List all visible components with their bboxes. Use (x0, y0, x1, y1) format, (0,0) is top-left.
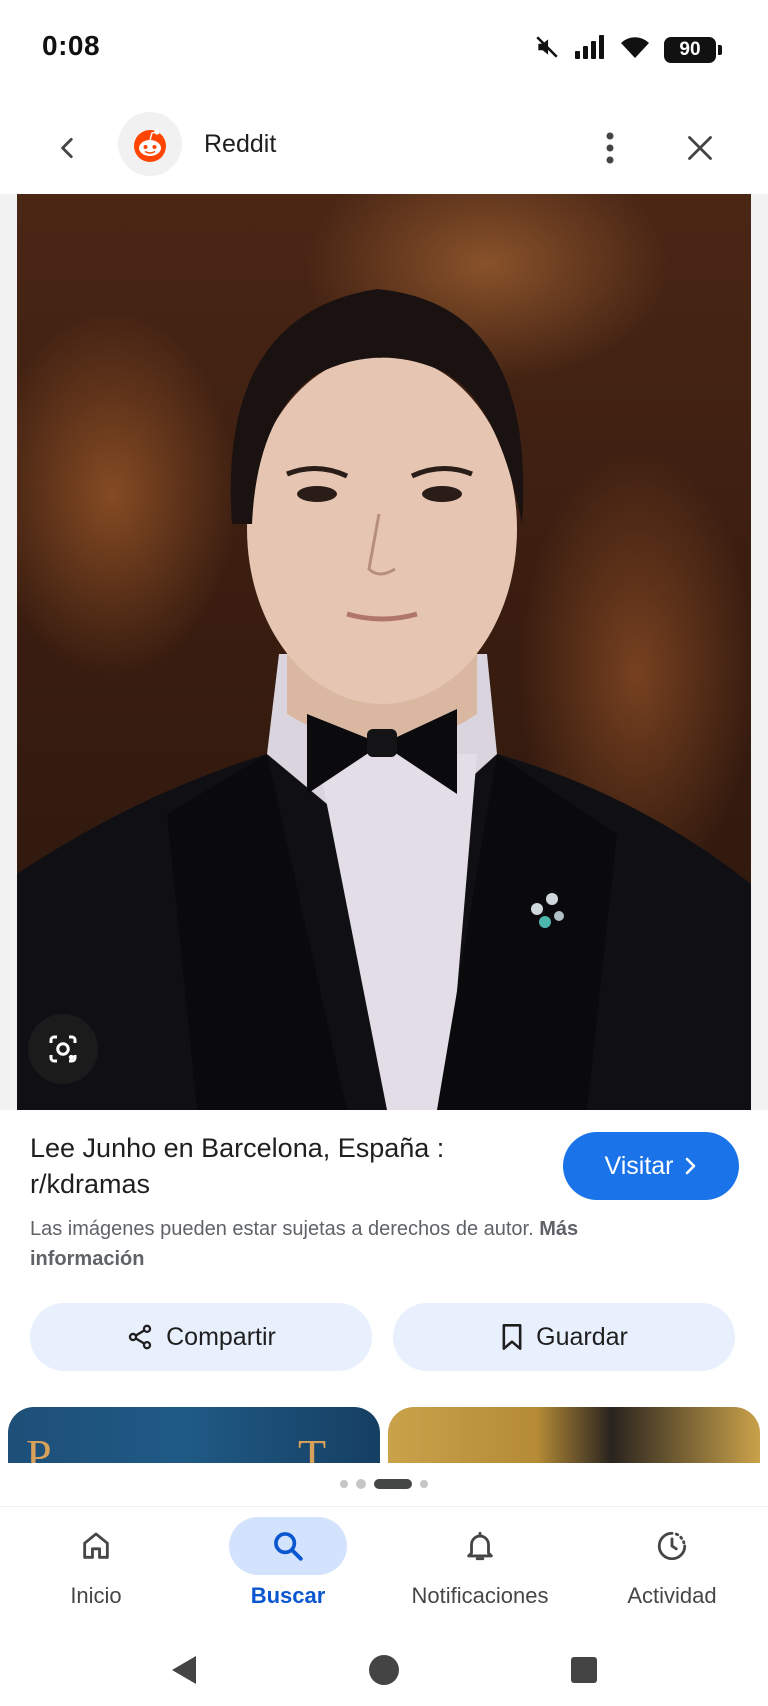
visit-label: Visitar (604, 1151, 674, 1180)
more-options-button[interactable] (586, 124, 634, 172)
status-bar: 0:08 90 (0, 0, 768, 96)
nav-item-inicio[interactable]: Inicio (0, 1517, 192, 1627)
thumbnail-letter: T (298, 1430, 327, 1463)
page-dot-active (374, 1479, 412, 1489)
google-lens-button[interactable] (28, 1014, 98, 1084)
battery-icon: 90 (664, 36, 722, 63)
share-button[interactable]: Compartir (30, 1303, 372, 1371)
back-arrow-icon (61, 137, 73, 159)
system-navigation-bar (0, 1626, 768, 1706)
chevron-right-icon (685, 1157, 695, 1175)
home-icon (37, 1517, 155, 1575)
viewer-header: Reddit (0, 106, 768, 190)
related-image-thumbnail[interactable] (388, 1407, 760, 1463)
page-dot (340, 1480, 348, 1488)
save-label: Guardar (536, 1322, 628, 1351)
site-name: Reddit (204, 130, 277, 158)
lens-icon (49, 1035, 77, 1063)
reddit-logo (118, 112, 182, 176)
nav-item-buscar[interactable]: Buscar (192, 1517, 384, 1627)
nav-label: Buscar (250, 1583, 326, 1608)
visit-button[interactable]: Visitar (563, 1132, 739, 1200)
share-icon (128, 1324, 152, 1350)
image-preview-area (0, 194, 768, 1110)
page-dot (420, 1480, 428, 1488)
page-indicator (0, 1476, 768, 1492)
circle-home-icon (369, 1655, 399, 1685)
system-recents-button[interactable] (554, 1640, 614, 1700)
mute-icon (534, 34, 560, 65)
search-icon (229, 1517, 347, 1575)
back-button[interactable] (44, 124, 92, 172)
page-dot (356, 1479, 366, 1489)
portrait-illustration (17, 289, 751, 1110)
thumbnail-letter: P (26, 1430, 52, 1463)
share-label: Compartir (166, 1322, 276, 1351)
nav-label: Actividad (627, 1583, 717, 1608)
wifi-icon (620, 35, 650, 64)
status-time: 0:08 (42, 30, 101, 61)
copyright-text: Las imágenes pueden estar sujetas a dere… (30, 1218, 534, 1240)
result-title[interactable]: Lee Junho en Barcelona, España : r/kdram… (30, 1130, 510, 1202)
battery-level: 90 (679, 38, 701, 60)
bottom-navigation: Inicio Buscar Notificaciones Actividad (0, 1506, 768, 1626)
close-button[interactable] (676, 124, 724, 172)
signal-icon (574, 34, 606, 65)
result-photo[interactable] (17, 194, 751, 1110)
nav-label: Inicio (70, 1583, 122, 1608)
close-icon (688, 136, 712, 160)
copyright-notice: Las imágenes pueden estar sujetas a dere… (30, 1214, 680, 1274)
status-icons: 90 (534, 34, 722, 65)
square-recents-icon (571, 1657, 597, 1683)
activity-icon (613, 1517, 731, 1575)
nav-item-actividad[interactable]: Actividad (576, 1517, 768, 1627)
system-home-button[interactable] (354, 1640, 414, 1700)
system-back-button[interactable] (154, 1640, 214, 1700)
triangle-back-icon (172, 1656, 196, 1684)
reddit-logo-icon (134, 129, 166, 162)
bookmark-icon (502, 1324, 522, 1350)
save-button[interactable]: Guardar (393, 1303, 735, 1371)
nav-label: Notificaciones (411, 1583, 549, 1608)
related-image-thumbnail[interactable]: P T (8, 1407, 380, 1463)
nav-item-notificaciones[interactable]: Notificaciones (384, 1517, 576, 1627)
bell-icon (421, 1517, 539, 1575)
more-vert-icon (606, 132, 614, 164)
